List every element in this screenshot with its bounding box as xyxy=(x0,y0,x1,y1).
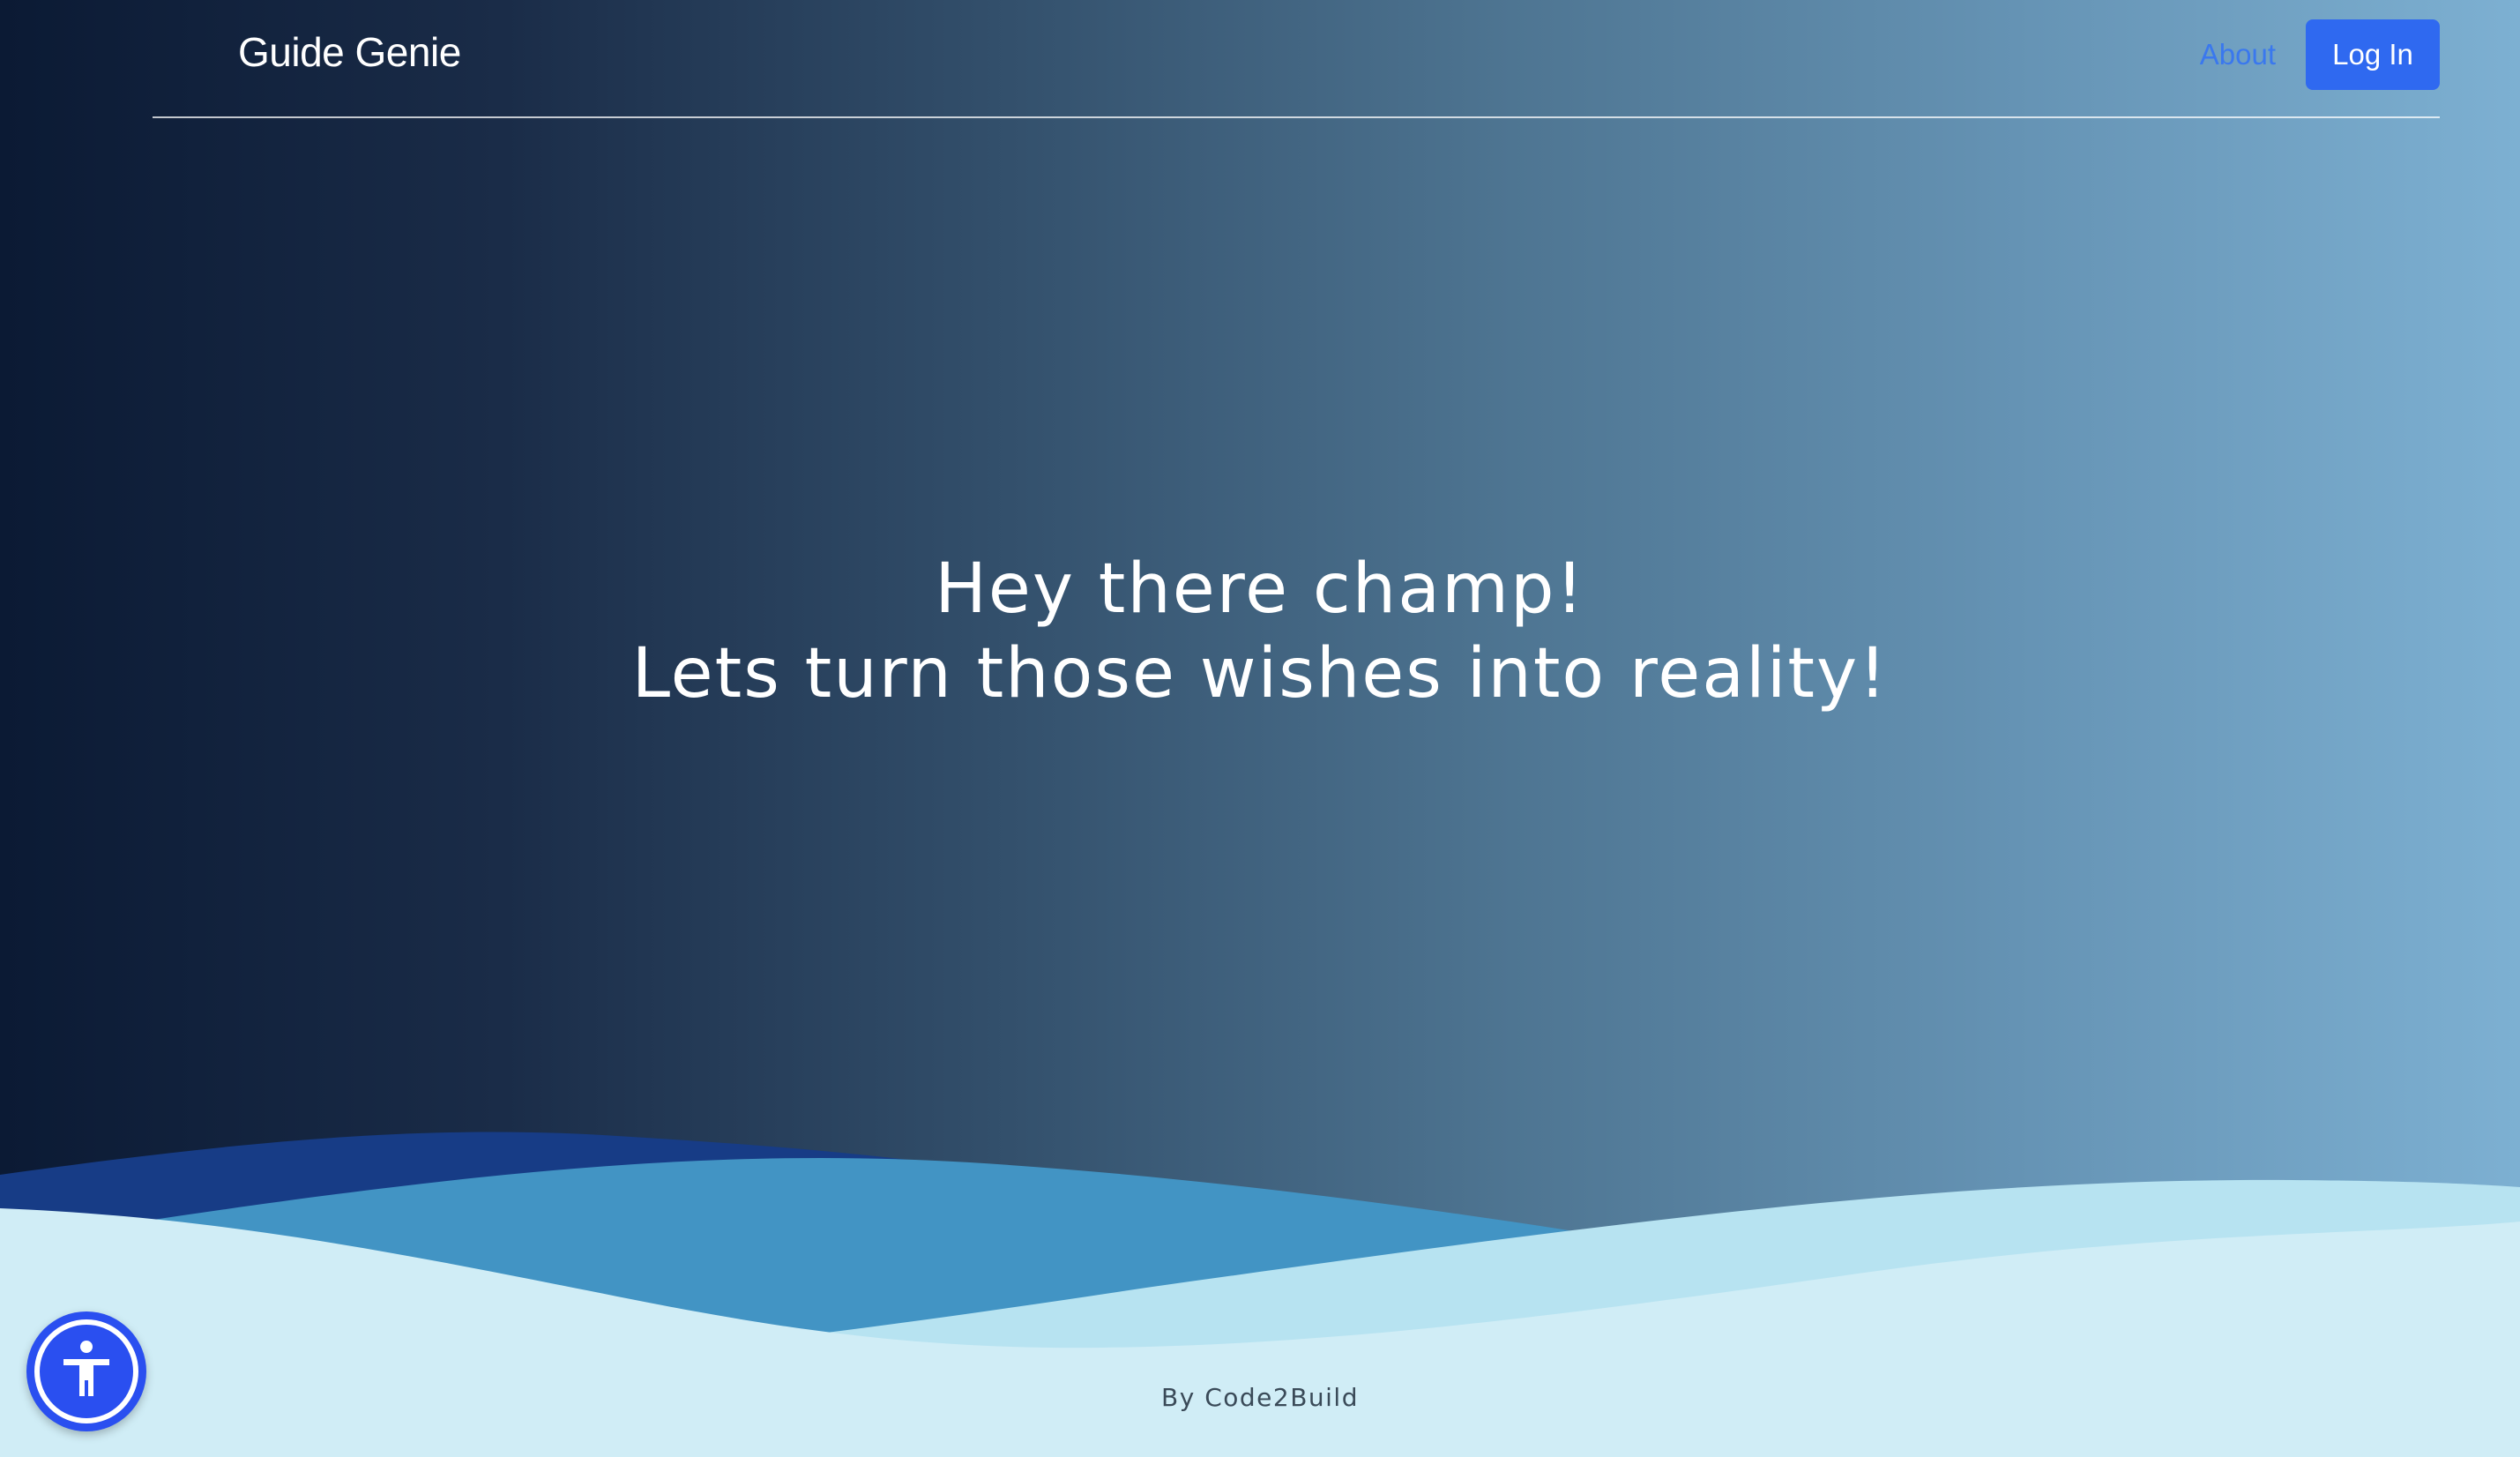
hero-line-1: Hey there champ! xyxy=(935,549,1585,629)
hero-heading: Hey there champ! Lets turn those wishes … xyxy=(0,547,2520,716)
login-button[interactable]: Log In xyxy=(2306,19,2440,90)
accessibility-icon xyxy=(34,1319,138,1423)
about-link[interactable]: About xyxy=(2200,38,2276,71)
accessibility-button[interactable] xyxy=(26,1311,146,1431)
top-navbar: Guide Genie About Log In xyxy=(153,0,2440,118)
hero-line-2: Lets turn those wishes into reality! xyxy=(631,634,1889,714)
brand-logo[interactable]: Guide Genie xyxy=(238,28,461,76)
footer-credit: By Code2Build xyxy=(1161,1383,1359,1412)
nav-links: About Log In xyxy=(2200,19,2440,90)
